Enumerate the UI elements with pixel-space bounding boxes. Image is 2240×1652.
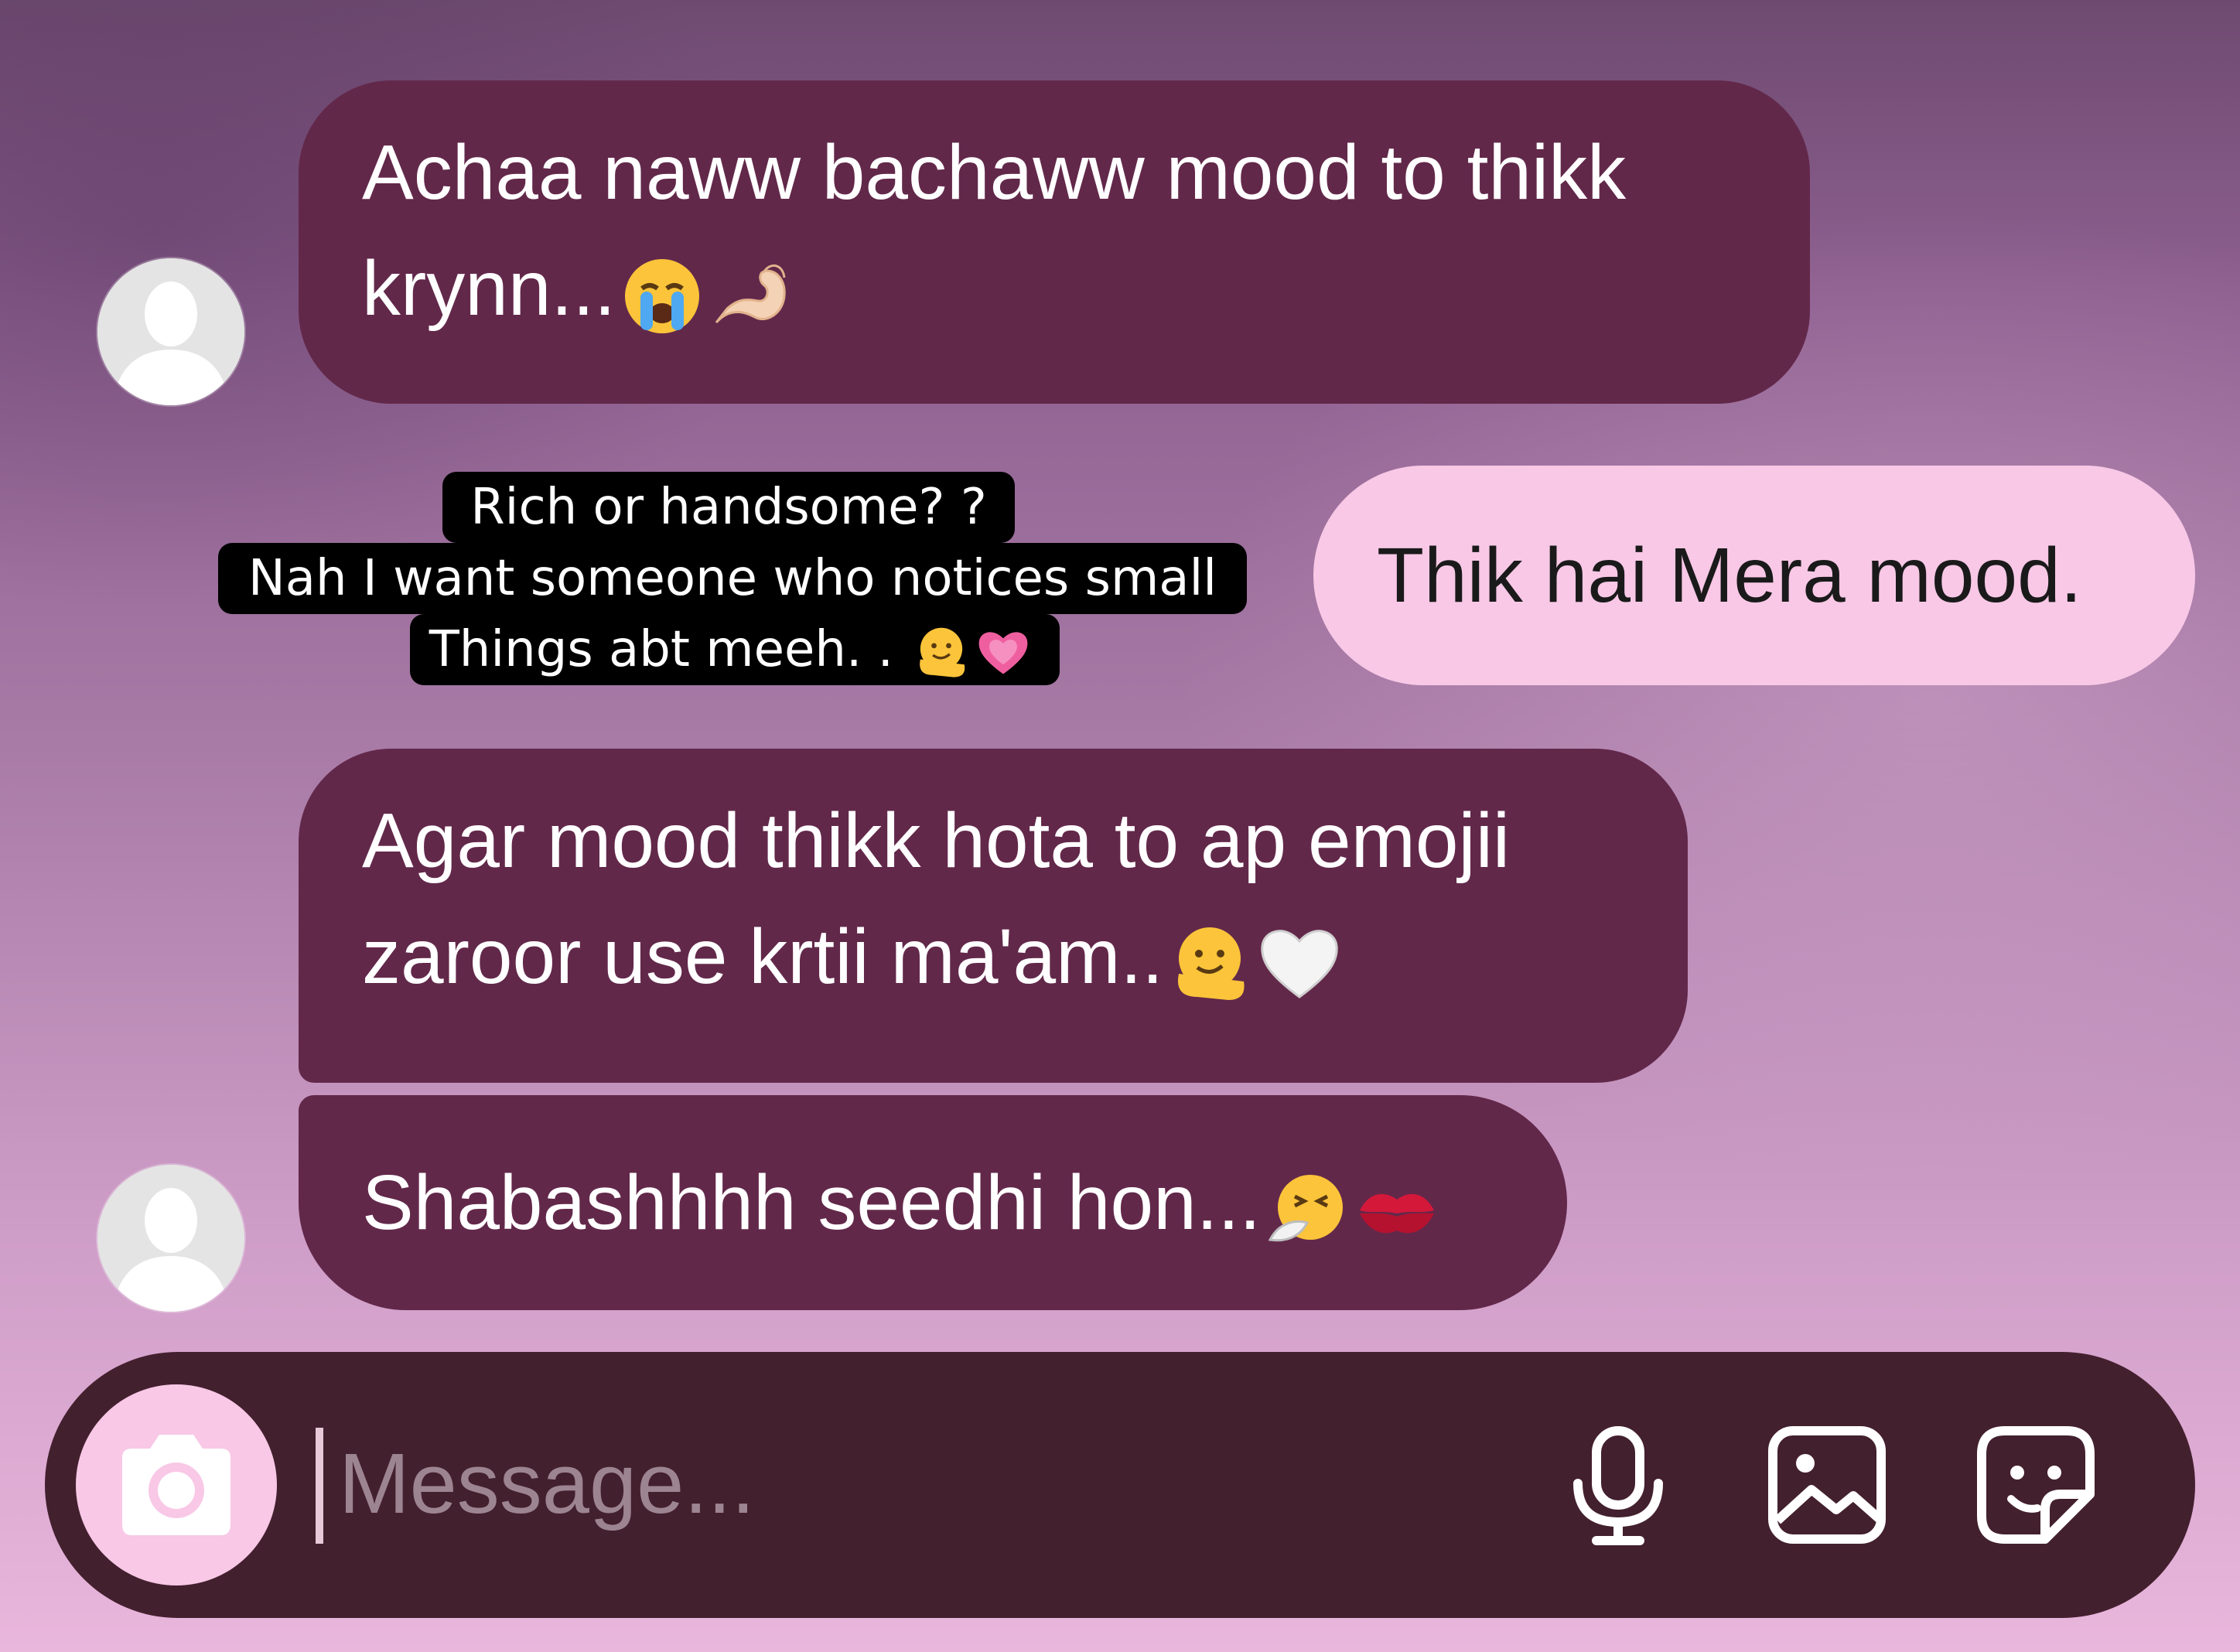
message-input[interactable] bbox=[316, 1422, 1553, 1545]
growing-heart-emoji bbox=[974, 623, 1033, 681]
white-heart-emoji bbox=[1256, 920, 1343, 1006]
contact-avatar[interactable] bbox=[97, 1165, 244, 1312]
voice-message-button[interactable] bbox=[1556, 1423, 1680, 1547]
camera-icon bbox=[122, 1435, 230, 1535]
default-avatar-icon bbox=[97, 1165, 244, 1312]
gallery-button[interactable] bbox=[1765, 1423, 1889, 1547]
default-avatar-icon bbox=[97, 258, 244, 405]
sneezing-face-emoji bbox=[1264, 1166, 1350, 1252]
pinching-hand-emoji bbox=[709, 251, 795, 338]
sticker-button[interactable] bbox=[1974, 1423, 2098, 1547]
sticker-line: Rich or handsome? ? bbox=[442, 472, 1015, 543]
message-text-line: Achaa naww bachaww mood to thikk bbox=[362, 129, 1627, 216]
contact-avatar[interactable] bbox=[97, 258, 244, 405]
microphone-icon bbox=[1573, 1426, 1663, 1545]
loudly-crying-face-emoji bbox=[619, 251, 705, 338]
sticker-line: Things abt meeh. . bbox=[410, 614, 1060, 685]
sticker-text: Things abt meeh. . bbox=[429, 621, 910, 678]
message-text-line: Agar mood thikk hota to ap emojii bbox=[362, 797, 1511, 884]
message-text-line: krynn... bbox=[362, 245, 616, 332]
message-text: Thik hai Mera mood. bbox=[1377, 532, 2082, 619]
message-composer bbox=[45, 1352, 2195, 1618]
melting-face-emoji bbox=[912, 623, 971, 681]
sticker-text: Nah I want someone who notices small bbox=[248, 550, 1217, 607]
kiss-mark-emoji bbox=[1354, 1166, 1440, 1252]
sticker-line: Nah I want someone who notices small bbox=[218, 543, 1247, 614]
text-sticker[interactable]: Rich or handsome? ? Nah I want someone w… bbox=[218, 472, 1247, 704]
message-text-line: zaroor use krtii ma'am.. bbox=[362, 913, 1164, 1000]
gallery-icon bbox=[1768, 1426, 1886, 1544]
sticker-icon bbox=[1977, 1426, 2095, 1544]
message-bubble-incoming[interactable]: Achaa naww bachaww mood to thikk krynn..… bbox=[299, 80, 1810, 404]
message-text: Achaa naww bachaww mood to thikk krynn..… bbox=[362, 114, 1764, 346]
message-text: Shabashhhh seedhi hon... bbox=[362, 1159, 1262, 1246]
message-bubble-incoming[interactable]: Agar mood thikk hota to ap emojii zaroor… bbox=[299, 749, 1688, 1083]
sticker-text: Rich or handsome? ? bbox=[470, 479, 987, 536]
message-bubble-incoming[interactable]: Shabashhhh seedhi hon... bbox=[299, 1095, 1567, 1310]
camera-button[interactable] bbox=[76, 1384, 277, 1585]
melting-face-emoji bbox=[1166, 920, 1253, 1006]
message-text: Agar mood thikk hota to ap emojii zaroor… bbox=[362, 783, 1641, 1015]
message-bubble-outgoing[interactable]: Thik hai Mera mood. bbox=[1313, 466, 2195, 685]
